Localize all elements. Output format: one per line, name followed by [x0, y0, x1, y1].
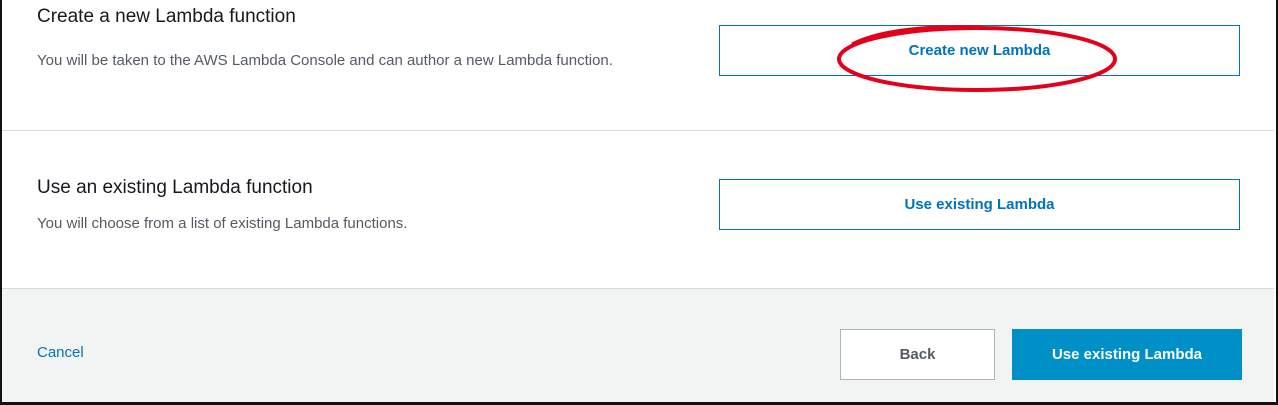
create-lambda-section: Create a new Lambda function You will be… — [2, 0, 1274, 130]
use-existing-lambda-button[interactable]: Use existing Lambda — [719, 179, 1240, 230]
create-lambda-title: Create a new Lambda function — [37, 6, 296, 27]
existing-lambda-title: Use an existing Lambda function — [37, 177, 313, 198]
create-lambda-description: You will be taken to the AWS Lambda Cons… — [37, 52, 613, 69]
existing-lambda-description: You will choose from a list of existing … — [37, 215, 408, 232]
create-new-lambda-button[interactable]: Create new Lambda — [719, 25, 1240, 76]
existing-lambda-section: Use an existing Lambda function You will… — [2, 131, 1274, 288]
back-button[interactable]: Back — [840, 329, 995, 380]
cancel-link[interactable]: Cancel — [37, 344, 84, 361]
use-existing-lambda-primary-button[interactable]: Use existing Lambda — [1012, 329, 1242, 380]
